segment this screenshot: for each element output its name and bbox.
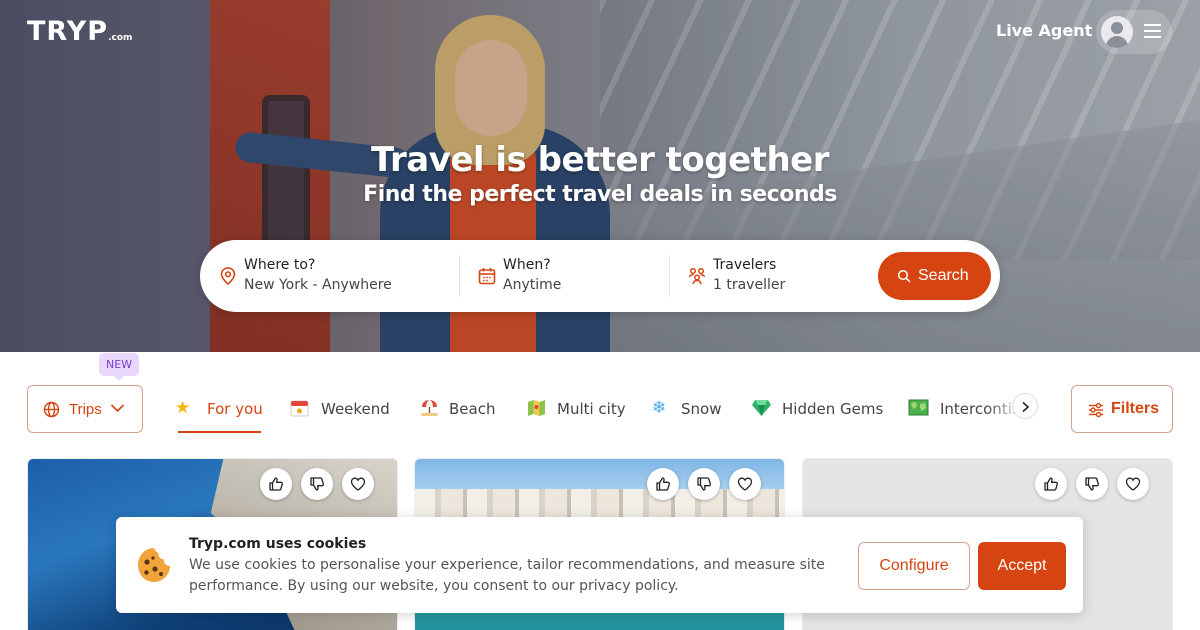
thumbs-up-button[interactable] (647, 468, 679, 500)
thumbs-down-icon (1085, 477, 1100, 491)
travelers-value: 1 traveller (713, 277, 786, 293)
cookie-text: We use cookies to personalise your exper… (189, 557, 825, 594)
filters-button[interactable]: Filters (1071, 385, 1173, 433)
favorite-button[interactable] (342, 468, 374, 500)
destination-label: Where to? (244, 257, 316, 273)
destination-field[interactable]: Where to? New York - Anywhere (218, 240, 448, 312)
user-avatar-icon (1101, 16, 1133, 48)
trips-dropdown[interactable]: Trips (27, 385, 143, 433)
thumbs-up-button[interactable] (260, 468, 292, 500)
travelers-field[interactable]: Travelers 1 traveller (687, 240, 867, 312)
heart-icon (737, 477, 753, 491)
beach-umbrella-icon (420, 398, 439, 422)
heart-icon (350, 477, 366, 491)
destination-value: New York - Anywhere (244, 277, 392, 293)
search-button-label: Search (918, 267, 969, 284)
cookie-title: Tryp.com uses cookies (189, 536, 367, 552)
sliders-icon (1089, 402, 1103, 418)
globe-icon (43, 401, 60, 418)
date-label: When? (503, 257, 551, 273)
thumbs-up-icon (656, 477, 671, 491)
search-bar: Where to? New York - Anywhere When? Anyt… (200, 240, 1000, 312)
travelers-label: Travelers (713, 257, 777, 273)
chevron-down-icon (110, 404, 125, 413)
thumbs-up-button[interactable] (1035, 468, 1067, 500)
thumbs-down-button[interactable] (688, 468, 720, 500)
thumbs-up-icon (269, 477, 284, 491)
hero-subtitle: Find the perfect travel deals in seconds (363, 182, 837, 207)
snowflake-icon: ❄ (652, 398, 667, 418)
active-tab-indicator (178, 431, 261, 433)
thumbs-down-icon (697, 477, 712, 491)
filters-label: Filters (1111, 400, 1160, 417)
gem-icon (751, 398, 772, 422)
location-pin-icon (220, 267, 236, 286)
date-value: Anytime (503, 277, 562, 293)
chevron-right-icon (1022, 401, 1030, 413)
hamburger-menu-icon (1144, 24, 1161, 38)
category-tabs: ★ For you Weekend Beach Multi city ❄ Sno… (172, 385, 1042, 433)
world-map-icon (908, 398, 929, 422)
map-icon (527, 398, 546, 422)
search-divider (459, 255, 460, 297)
search-button[interactable]: Search (878, 252, 991, 300)
search-divider (669, 255, 670, 297)
configure-cookies-button[interactable]: Configure (858, 542, 970, 590)
heart-icon (1125, 477, 1141, 491)
cookie-icon (138, 548, 170, 582)
trips-label: Trips (69, 401, 102, 418)
live-agent-link[interactable]: Live Agent (996, 21, 1092, 40)
hero-banner: TRYP.com Live Agent Travel is better tog… (0, 0, 1200, 352)
calendar-icon (478, 268, 496, 285)
new-badge: NEW (99, 353, 139, 381)
search-icon (897, 269, 911, 283)
date-field[interactable]: When? Anytime (477, 240, 657, 312)
tabs-scroll-right-button[interactable] (1012, 393, 1038, 419)
thumbs-down-button[interactable] (1076, 468, 1108, 500)
calendar-icon (290, 398, 309, 422)
cookie-banner: Tryp.com uses cookies We use cookies to … (116, 517, 1083, 613)
favorite-button[interactable] (1117, 468, 1149, 500)
site-logo[interactable]: TRYP.com (27, 16, 132, 47)
travelers-icon (688, 267, 706, 285)
thumbs-down-button[interactable] (301, 468, 333, 500)
hero-title: Travel is better together (371, 140, 829, 180)
account-menu-button[interactable] (1096, 10, 1172, 54)
favorite-button[interactable] (729, 468, 761, 500)
thumbs-down-icon (310, 477, 325, 491)
thumbs-up-icon (1044, 477, 1059, 491)
star-icon: ★ (175, 398, 191, 418)
accept-cookies-button[interactable]: Accept (978, 542, 1066, 590)
